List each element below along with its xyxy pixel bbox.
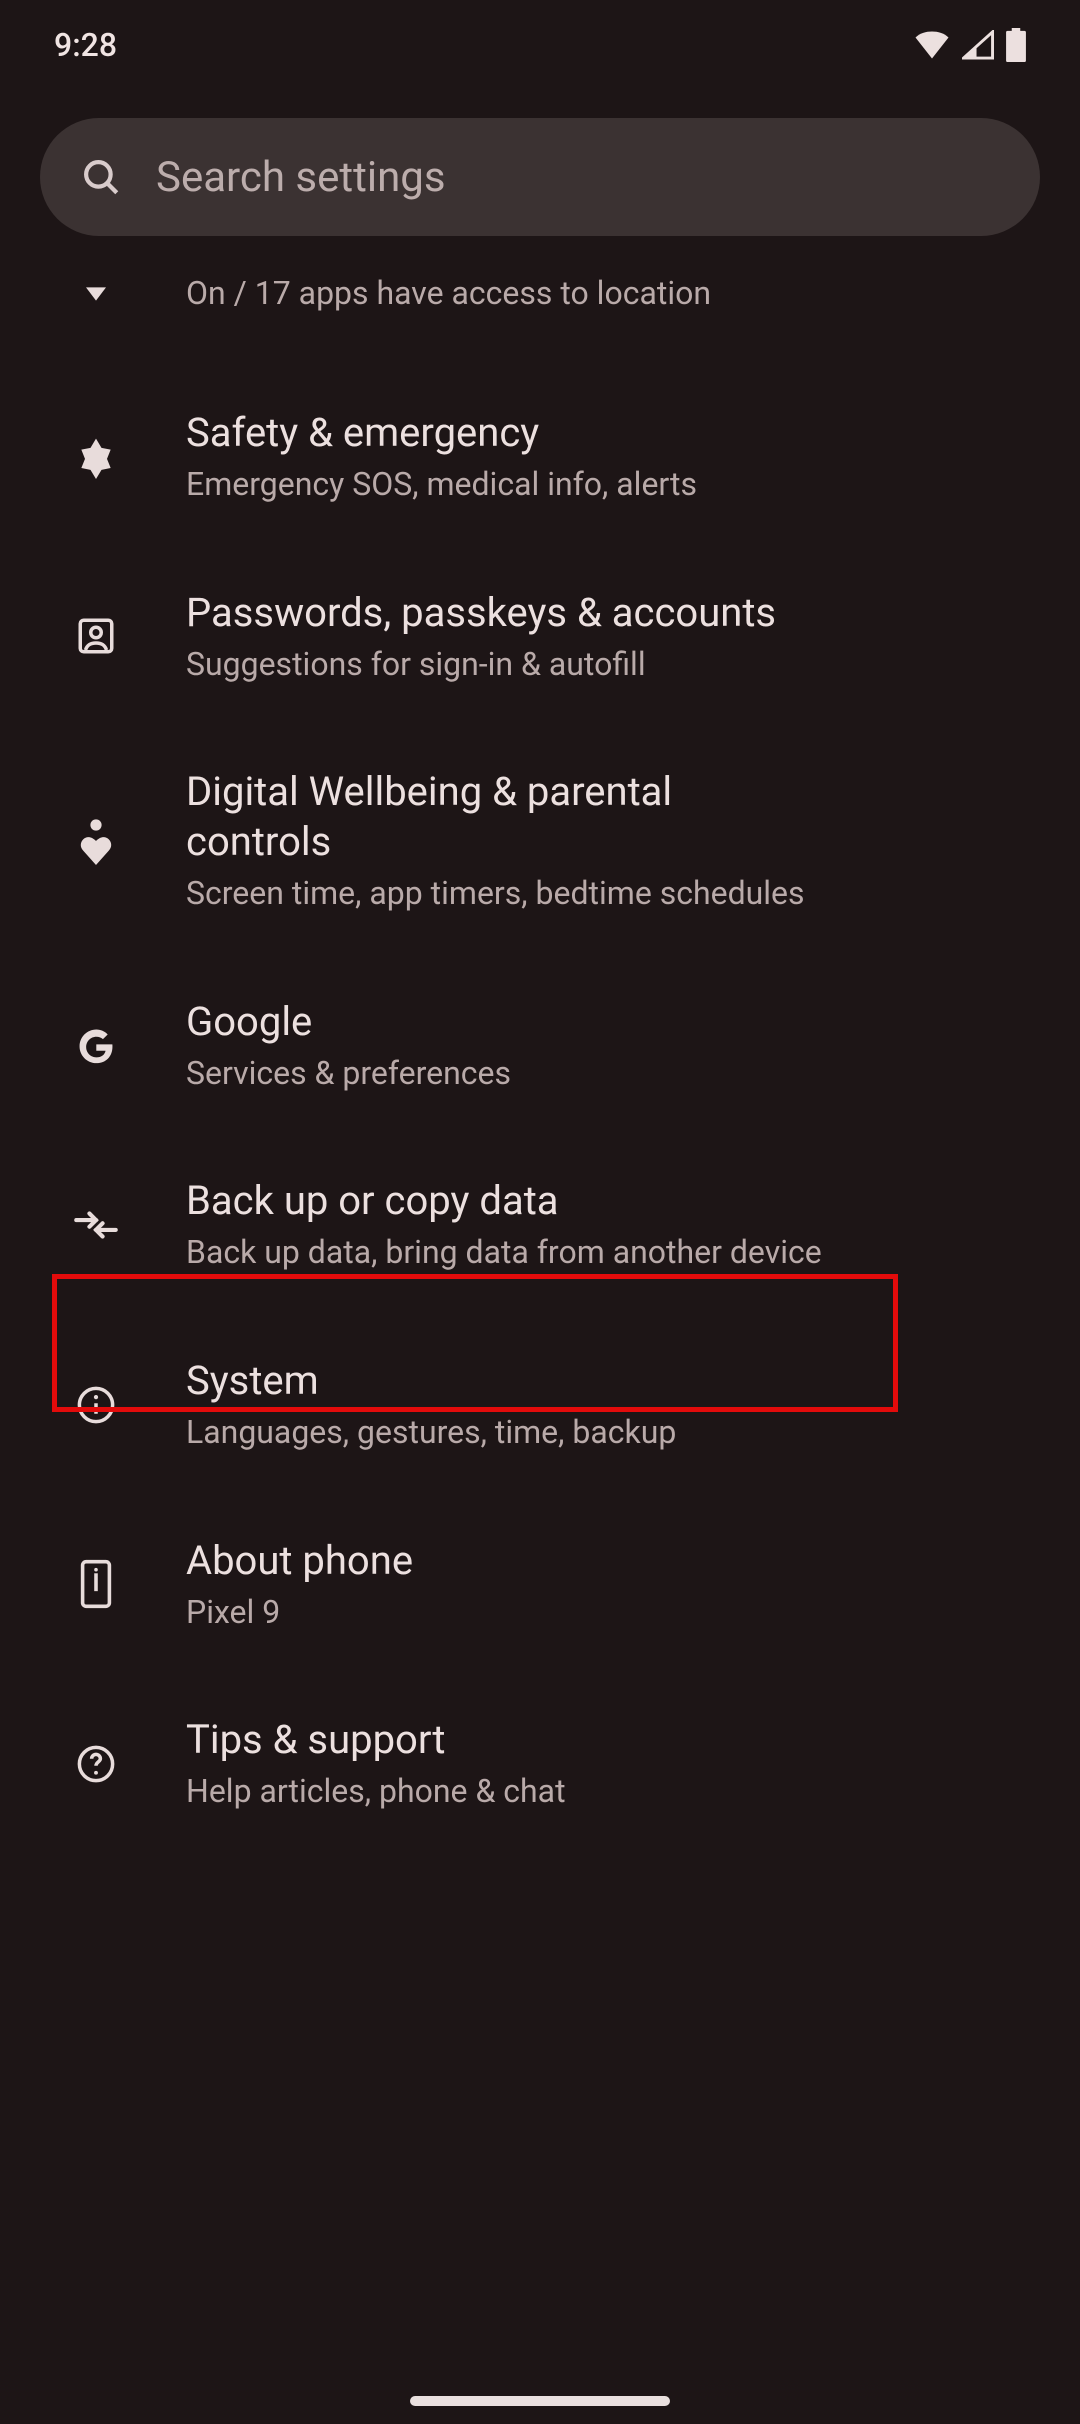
status-bar: 9:28 — [0, 0, 1080, 90]
item-title: About phone — [186, 1536, 1030, 1586]
settings-list: On / 17 apps have access to location Saf… — [0, 236, 1080, 1855]
settings-item-tips[interactable]: Tips & support Help articles, phone & ch… — [0, 1675, 1080, 1855]
info-icon — [68, 1377, 124, 1433]
item-subtitle: Services & preferences — [186, 1053, 1030, 1095]
wifi-icon — [914, 31, 950, 59]
account-icon — [68, 608, 124, 664]
item-subtitle: On / 17 apps have access to location — [186, 273, 1030, 315]
item-title: Passwords, passkeys & accounts — [186, 588, 1030, 638]
navigation-bar[interactable] — [0, 2396, 1080, 2406]
settings-item-wellbeing[interactable]: Digital Wellbeing & parental controls Sc… — [0, 727, 1080, 957]
google-icon — [68, 1018, 124, 1074]
search-container: Search settings — [0, 90, 1080, 236]
sync-icon — [68, 1197, 124, 1253]
settings-item-google[interactable]: Google Services & preferences — [0, 957, 1080, 1137]
item-title: System — [186, 1356, 1030, 1406]
status-time: 9:28 — [54, 26, 117, 64]
search-placeholder: Search settings — [156, 153, 446, 202]
cellular-icon — [962, 30, 994, 60]
item-title: Google — [186, 997, 1030, 1047]
dropdown-icon — [68, 266, 124, 322]
item-subtitle: Screen time, app timers, bedtime schedul… — [186, 873, 1030, 915]
search-icon — [80, 156, 122, 198]
nav-pill[interactable] — [410, 2396, 670, 2406]
status-icons — [914, 28, 1026, 62]
item-title: Digital Wellbeing & parental controls — [186, 767, 746, 867]
settings-item-about[interactable]: About phone Pixel 9 — [0, 1496, 1080, 1676]
battery-icon — [1006, 28, 1026, 62]
settings-item-system[interactable]: System Languages, gestures, time, backup — [0, 1316, 1080, 1496]
item-subtitle: Pixel 9 — [186, 1592, 1030, 1634]
item-title: Back up or copy data — [186, 1176, 1030, 1226]
search-bar[interactable]: Search settings — [40, 118, 1040, 236]
item-subtitle: Suggestions for sign-in & autofill — [186, 644, 1030, 686]
settings-item-location[interactable]: On / 17 apps have access to location — [0, 254, 1080, 368]
settings-item-backup[interactable]: Back up or copy data Back up data, bring… — [0, 1136, 1080, 1316]
item-subtitle: Languages, gestures, time, backup — [186, 1412, 1030, 1454]
item-title: Safety & emergency — [186, 408, 1030, 458]
settings-item-safety[interactable]: Safety & emergency Emergency SOS, medica… — [0, 368, 1080, 548]
wellbeing-icon — [68, 813, 124, 869]
item-subtitle: Help articles, phone & chat — [186, 1771, 1030, 1813]
phone-icon — [68, 1556, 124, 1612]
item-title: Tips & support — [186, 1715, 1030, 1765]
medical-icon — [68, 429, 124, 485]
item-subtitle: Back up data, bring data from another de… — [186, 1232, 1030, 1274]
settings-item-passwords[interactable]: Passwords, passkeys & accounts Suggestio… — [0, 548, 1080, 728]
help-icon — [68, 1736, 124, 1792]
item-subtitle: Emergency SOS, medical info, alerts — [186, 464, 1030, 506]
